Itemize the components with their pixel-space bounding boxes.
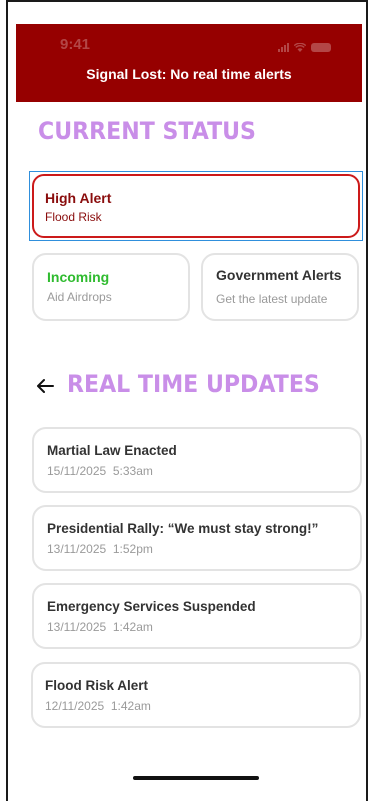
government-alerts-title: Government Alerts [216,267,342,283]
back-arrow-icon[interactable] [33,374,57,398]
alert-title: High Alert [45,190,112,206]
signal-icon [278,42,289,52]
device-frame-right [366,0,368,801]
update-title: Martial Law Enacted [47,443,177,458]
status-bar-icons [278,38,331,52]
update-card[interactable] [32,583,362,649]
update-card[interactable] [32,505,362,571]
update-timestamp: 15/11/2025 5:33am [47,464,153,478]
real-time-updates-heading: REAL TIME UPDATES [67,370,320,398]
incoming-card[interactable] [32,253,190,321]
incoming-subtitle: Aid Airdrops [47,290,112,304]
update-time: 1:42am [110,699,151,713]
update-title: Presidential Rally: “We must stay strong… [47,521,319,536]
update-time: 5:33am [112,464,153,478]
update-timestamp: 12/11/2025 1:42am [45,699,151,713]
update-card[interactable] [31,662,361,728]
update-date: 13/11/2025 [47,542,107,556]
battery-icon [311,43,331,52]
incoming-title: Incoming [47,269,110,285]
update-title: Emergency Services Suspended [47,599,256,614]
government-alerts-subtitle: Get the latest update [216,292,328,306]
high-alert-card[interactable] [32,174,360,238]
home-indicator[interactable] [133,776,259,780]
status-bar-time: 9:41 [60,36,91,53]
update-time: 1:52pm [112,542,153,556]
update-date: 15/11/2025 [47,464,107,478]
update-date: 12/11/2025 [45,699,105,713]
update-card[interactable] [32,427,362,493]
update-title: Flood Risk Alert [45,678,149,693]
government-alerts-card[interactable] [201,253,359,321]
alert-subtitle: Flood Risk [45,210,102,224]
update-timestamp: 13/11/2025 1:42am [47,620,153,634]
update-timestamp: 13/11/2025 1:52pm [47,542,153,556]
update-date: 13/11/2025 [47,620,107,634]
current-status-heading: CURRENT STATUS [38,117,256,145]
wifi-icon [294,43,306,52]
update-time: 1:42am [112,620,153,634]
banner-message: Signal Lost: No real time alerts [86,66,292,82]
